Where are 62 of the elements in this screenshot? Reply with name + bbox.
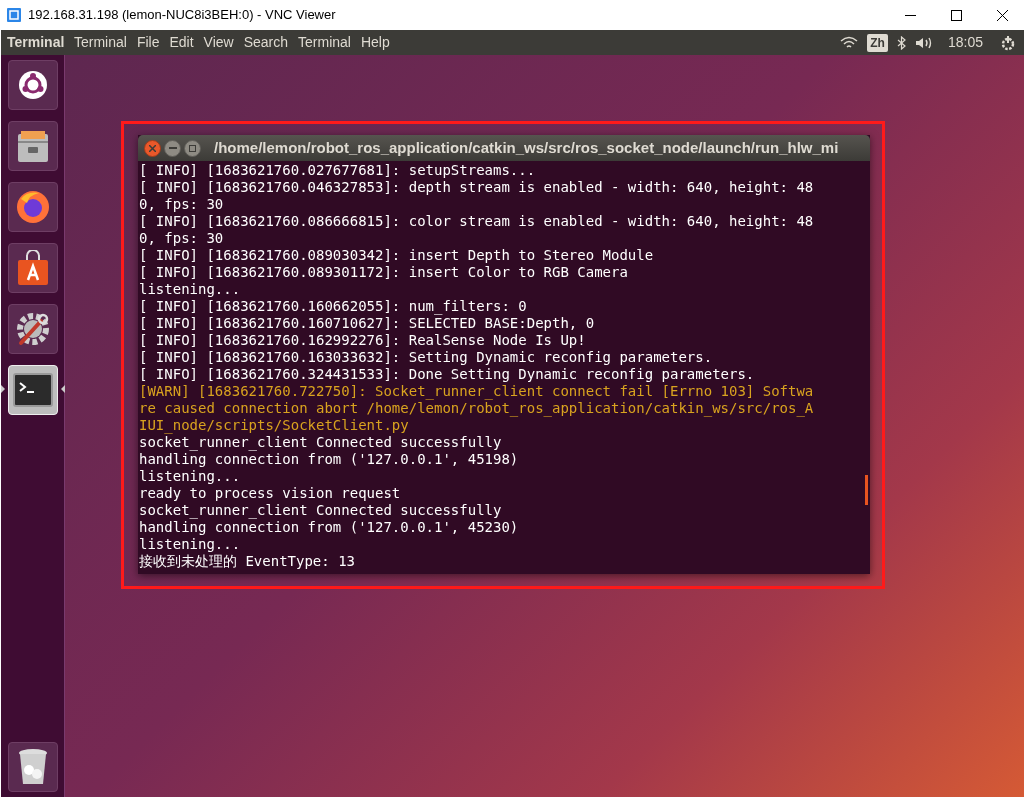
scrollbar-thumb[interactable] [865,475,868,505]
wifi-icon[interactable] [840,35,859,50]
menu-item[interactable]: Search [238,30,294,55]
minimize-icon [904,14,916,16]
launcher-item[interactable] [7,121,58,171]
trash-can-icon [16,748,49,786]
log-line: [ INFO] [1683621760.162992276]: RealSense Node Is Up! [139,332,587,349]
menu-item[interactable]: Terminal [293,30,356,55]
maximize-icon [189,144,196,152]
clock[interactable]: 18:05 [947,32,983,53]
browser-globe-icon [14,189,51,225]
bluetooth-icon[interactable] [896,35,906,50]
menu-item[interactable]: Help [355,30,395,55]
launcher-item[interactable] [7,243,58,293]
log-line: listening... [139,536,242,553]
log-line: ready to process vision request [139,485,402,502]
gear-wrench-icon [14,311,51,347]
app-logo-icon [7,8,21,22]
running-indicator-icon [0,385,5,393]
log-line: [ INFO] [1683621760.160710627]: SELECTED BASE:Depth, 0 [139,315,596,332]
close-button[interactable] [144,139,161,157]
log-line: [ INFO] [1683621760.086666815]: color stream is enabled - width: 640, height: 48 [139,213,815,230]
log-line: [ INFO] [1683621760.046327853]: depth stream is enabled - width: 640, height: 48 [139,179,815,196]
log-line: [ INFO] [1683621760.089030342]: insert Depth to Stereo Module [139,247,655,264]
minimize-button[interactable] [164,139,181,157]
keyboard-layout-indicator[interactable]: Zh [867,33,888,52]
menu-item[interactable]: Edit [164,30,199,55]
close-icon [996,9,1008,21]
log-line: 接收到未处理的 EventType: 13 [139,553,356,570]
log-line: handling connection from ('127.0.0.1', 45230) [139,519,520,536]
log-line: [ INFO] [1683621760.163033632]: Setting Dynamic reconfig parameters. [139,349,714,366]
close-icon [149,144,156,152]
log-line: [ INFO] [1683621760.324431533]: Done Setting Dynamic reconfig parameters. [139,366,756,383]
terminal-icon [12,373,53,407]
warning-log-line: re caused connection abort /home/lemon/robot_ros_application/catkin_ws/src/ros_A [139,400,815,417]
menu-item[interactable]: File [131,30,165,55]
log-line: listening... [139,281,242,298]
log-line: handling connection from ('127.0.0.1', 45198) [139,451,520,468]
launcher-item[interactable] [7,304,58,354]
log-line: [ INFO] [1683621760.089301172]: insert Color to RGB Camera [139,264,629,281]
minimize-icon [168,147,177,149]
ubuntu-logo-icon [17,70,48,100]
warning-log-line: [WARN] [1683621760.722750]: Socket_runner_client connect fail [Errno 103] Softwa [139,383,815,400]
launcher-item[interactable] [7,60,58,110]
menu-item[interactable]: Terminal [69,30,132,55]
launcher-item[interactable] [7,182,58,232]
log-line: 0, fps: 30 [139,230,225,247]
menu-item[interactable]: View [198,30,239,55]
warning-log-line: IUI_node/scripts/SocketClient.py [139,417,410,434]
maximize-icon [950,9,962,21]
log-line: [ INFO] [1683621760.027677681]: setupStreams... [139,162,537,179]
log-line: listening... [139,468,242,485]
power-gear-icon[interactable] [1000,34,1016,51]
log-line: socket_runner_client Connected successfully [139,502,503,519]
log-line: 0, fps: 30 [139,196,225,213]
log-line: socket_runner_client Connected successfully [139,434,503,451]
shopping-bag-icon [15,250,50,286]
terminal-title: /home/lemon/robot_ros_application/catkin_ws/src/ros_socket_node/launch/run_hlw_mi [214,137,839,158]
trash-launcher-item[interactable] [7,742,58,792]
window-title: 192.168.31.198 (lemon-NUC8i3BEH:0) - VNC Viewer [28,6,336,25]
log-line: [ INFO] [1683621760.160662055]: num_filters: 0 [139,298,528,315]
app-name: Terminal [7,33,66,52]
